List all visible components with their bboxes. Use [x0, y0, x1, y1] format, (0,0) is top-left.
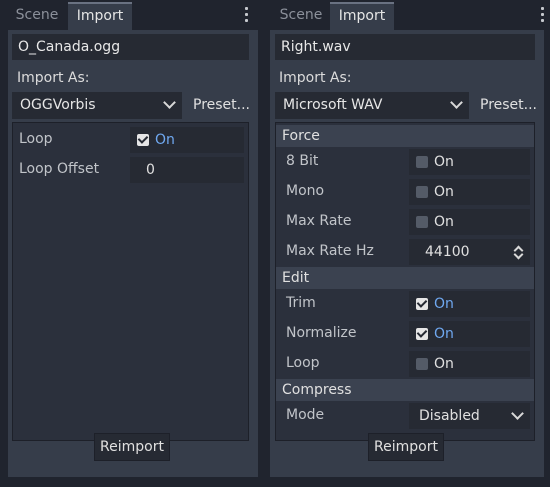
import-as-label: Import As:	[17, 70, 90, 86]
checkbox-label: On	[155, 132, 175, 148]
property-label: Normalize	[286, 325, 357, 341]
tab-scene[interactable]: Scene	[272, 2, 330, 30]
property-row-loop: Loop On	[276, 349, 534, 377]
right-import-dock: Scene Import Right.wav Import As: Micros…	[264, 0, 550, 487]
reimport-button[interactable]: Reimport	[94, 433, 170, 461]
file-name-field: O_Canada.ogg	[12, 34, 249, 60]
trim-checkbox[interactable]: On	[409, 291, 530, 317]
checkbox-label: On	[434, 214, 454, 230]
property-row-max-rate: Max Rate On	[276, 207, 534, 235]
checkbox-checked-icon	[416, 298, 428, 310]
chevron-down-icon	[163, 96, 176, 109]
left-tabbar: Scene Import	[0, 0, 264, 30]
import-as-label: Import As:	[279, 70, 352, 86]
property-label: Mono	[286, 183, 325, 199]
checkbox-label: On	[434, 326, 454, 342]
property-label: Mode	[286, 407, 325, 423]
left-import-panel: O_Canada.ogg Import As: OGGVorbis Preset…	[8, 30, 258, 477]
category-compress[interactable]: Compress	[276, 379, 534, 401]
property-label: Loop	[286, 355, 320, 371]
file-name-field: Right.wav	[275, 34, 535, 60]
checkbox-unchecked-icon	[416, 216, 428, 228]
menu-kebab-icon[interactable]	[244, 7, 248, 22]
preset-button[interactable]: Preset...	[480, 92, 537, 119]
checkbox-unchecked-icon	[416, 358, 428, 370]
max-rate-checkbox[interactable]: On	[409, 209, 530, 235]
property-label: Loop Offset	[19, 161, 100, 177]
import-options-inspector: Loop On Loop Offset 0	[12, 122, 249, 441]
menu-kebab-icon[interactable]	[540, 7, 544, 22]
property-row-trim: Trim On	[276, 289, 534, 317]
chevron-down-icon	[511, 407, 524, 420]
checkbox-label: On	[434, 184, 454, 200]
importer-value: OGGVorbis	[20, 97, 96, 113]
loop-checkbox[interactable]: On	[130, 127, 244, 153]
left-import-dock: Scene Import O_Canada.ogg Import As: OGG…	[0, 0, 264, 487]
property-label: Max Rate	[286, 213, 352, 229]
normalize-checkbox[interactable]: On	[409, 321, 530, 347]
category-force[interactable]: Force	[276, 125, 534, 147]
property-label: Max Rate Hz	[286, 243, 374, 259]
tab-import[interactable]: Import	[330, 2, 394, 30]
importer-dropdown[interactable]: OGGVorbis	[12, 92, 182, 119]
spinbox-arrows-icon[interactable]	[513, 245, 523, 261]
compress-mode-dropdown[interactable]: Disabled	[409, 403, 530, 429]
reimport-button[interactable]: Reimport	[368, 433, 444, 461]
8-bit-checkbox[interactable]: On	[409, 149, 530, 175]
property-label: Loop	[19, 131, 53, 147]
loop-offset-input[interactable]: 0	[130, 157, 244, 183]
property-row-normalize: Normalize On	[276, 319, 534, 347]
importer-dropdown[interactable]: Microsoft WAV	[275, 92, 469, 119]
property-row-mode: Mode Disabled	[276, 401, 534, 429]
checkbox-label: On	[434, 356, 454, 372]
property-row-mono: Mono On	[276, 177, 534, 205]
preset-button[interactable]: Preset...	[193, 92, 250, 119]
property-row-8-bit: 8 Bit On	[276, 147, 534, 175]
checkbox-unchecked-icon	[416, 186, 428, 198]
tab-scene[interactable]: Scene	[8, 2, 66, 30]
importer-value: Microsoft WAV	[283, 97, 383, 113]
checkbox-label: On	[434, 154, 454, 170]
mono-checkbox[interactable]: On	[409, 179, 530, 205]
property-row-loop-offset: Loop Offset 0	[13, 155, 248, 183]
right-tabbar: Scene Import	[264, 0, 550, 30]
right-import-panel: Right.wav Import As: Microsoft WAV Prese…	[270, 30, 544, 477]
property-row-loop: Loop On	[13, 125, 248, 153]
checkbox-label: On	[434, 296, 454, 312]
checkbox-checked-icon	[416, 328, 428, 340]
import-options-inspector: Force 8 Bit On Mono On Max Rate On Max R…	[275, 122, 535, 441]
loop-checkbox[interactable]: On	[409, 351, 530, 377]
spinbox-value: 44100	[425, 244, 470, 260]
tab-import[interactable]: Import	[68, 2, 132, 30]
property-label: Trim	[286, 295, 316, 311]
max-rate-hz-spinbox[interactable]: 44100	[409, 239, 530, 265]
property-row-max-rate-hz: Max Rate Hz 44100	[276, 237, 534, 265]
checkbox-unchecked-icon	[416, 156, 428, 168]
checkbox-checked-icon	[137, 134, 149, 146]
dropdown-value: Disabled	[419, 408, 480, 424]
chevron-down-icon	[450, 96, 463, 109]
property-label: 8 Bit	[286, 153, 319, 169]
category-edit[interactable]: Edit	[276, 267, 534, 289]
